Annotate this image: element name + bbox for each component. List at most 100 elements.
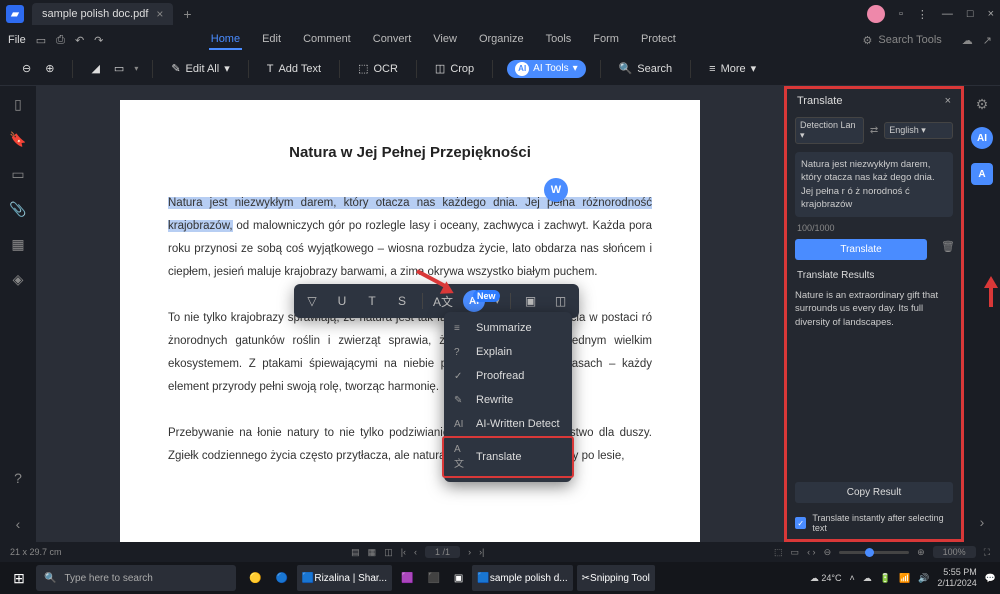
search-button[interactable]: 🔍 Search [615, 59, 677, 78]
start-button[interactable]: ⊞ [4, 565, 34, 591]
taskbar-app-1[interactable]: 🟦 Rizalina | Shar... [297, 565, 392, 591]
layers-icon[interactable]: ◈ [13, 271, 24, 288]
notifications-icon[interactable]: 💬 [985, 573, 996, 584]
view-mode-icon[interactable]: ▤ [351, 547, 360, 558]
close-tab-icon[interactable]: × [156, 7, 163, 21]
taskbar-clock[interactable]: 5:55 PM 2/11/2024 [937, 567, 976, 589]
tray-wifi-icon[interactable]: 📶 [899, 573, 910, 584]
ai-menu-rewrite[interactable]: ✎Rewrite [444, 388, 572, 412]
save-icon[interactable]: ▭ [36, 34, 46, 47]
collapse-left-icon[interactable]: ‹ [16, 516, 21, 532]
close-panel-icon[interactable]: × [945, 95, 951, 107]
next-page-icon[interactable]: › [468, 547, 471, 557]
translate-sidebar-icon[interactable]: A [971, 163, 993, 185]
menu-home[interactable]: Home [209, 30, 242, 50]
edge-icon[interactable]: 🔵 [270, 565, 292, 591]
print-icon[interactable]: ⎙ [56, 34, 65, 47]
thumbnails-icon[interactable]: ▯ [14, 96, 22, 113]
user-avatar-small[interactable] [867, 5, 885, 23]
minimize-icon[interactable]: — [942, 8, 953, 20]
reading-mode-icon[interactable]: ▭ [791, 547, 800, 558]
tray-battery-icon[interactable]: 🔋 [880, 573, 891, 584]
zoom-value[interactable]: 100% [933, 546, 976, 558]
target-language-select[interactable]: English ▾ [884, 122, 953, 139]
edit-all-button[interactable]: ✎ Edit All ▾ [167, 59, 233, 78]
menu-form[interactable]: Form [591, 30, 621, 50]
menu-protect[interactable]: Protect [639, 30, 678, 50]
taskbar-app-3[interactable]: ✂ Snipping Tool [577, 565, 655, 591]
chrome-icon[interactable]: 🟡 [244, 565, 266, 591]
menu-comment[interactable]: Comment [301, 30, 353, 50]
ai-tools-button[interactable]: AIAI Tools ▾ [507, 60, 585, 78]
zoom-slider[interactable] [839, 551, 909, 554]
menu-tools[interactable]: Tools [544, 30, 574, 50]
ai-menu-proofread[interactable]: ✓Proofread [444, 364, 572, 388]
strikethrough-tool-icon[interactable]: S [392, 291, 412, 311]
taskbar-app-2[interactable]: 🟦 sample polish d... [472, 565, 572, 591]
fields-icon[interactable]: ▦ [11, 236, 24, 253]
more-button[interactable]: ≡ More ▾ [705, 59, 760, 78]
fullscreen-icon[interactable]: ⛶ [984, 547, 990, 558]
window-more-icon[interactable]: ⋮ [917, 8, 928, 21]
instant-translate-checkbox[interactable]: ✓ Translate instantly after selecting te… [787, 507, 961, 539]
taskbar-app-icon-3[interactable]: ▣ [449, 565, 468, 591]
view-mode-icon-2[interactable]: ▦ [368, 547, 377, 558]
highlight-tool-icon[interactable]: ▽ [302, 291, 322, 311]
ai-menu-ai-written-detect[interactable]: AIAI-Written Detect [444, 412, 572, 436]
tray-cloud-icon[interactable]: ☁ [863, 573, 872, 584]
tray-sound-icon[interactable]: 🔊 [918, 573, 929, 584]
taskbar-search[interactable]: 🔍 Type here to search [36, 565, 236, 591]
window-setting-icon[interactable]: ▫ [899, 8, 903, 20]
fit-icon[interactable]: ⬚ [774, 547, 783, 558]
translate-button[interactable]: Translate [795, 239, 927, 260]
document-tab[interactable]: sample polish doc.pdf × [32, 3, 173, 25]
cloud-icon[interactable]: ☁ [962, 34, 973, 47]
underline-tool-icon[interactable]: U [332, 291, 352, 311]
undo-icon[interactable]: ↶ [75, 34, 84, 47]
collapse-right-icon[interactable]: › [980, 514, 985, 530]
add-text-button[interactable]: T Add Text [263, 60, 325, 78]
ai-menu-summarize[interactable]: ≡Summarize [444, 316, 572, 340]
tray-up-icon[interactable]: ˄ [849, 573, 854, 583]
menu-organize[interactable]: Organize [477, 30, 526, 50]
file-menu[interactable]: File [8, 34, 26, 46]
settings-icon[interactable]: ⚙ [976, 96, 989, 113]
swap-languages-icon[interactable]: ⇄ [870, 125, 878, 136]
zoom-in-status-icon[interactable]: ⊕ [917, 547, 925, 558]
zoom-out-icon[interactable]: ⊖ [18, 59, 35, 78]
page-indicator[interactable]: 1 /1 [425, 546, 460, 558]
first-page-icon[interactable]: |‹ [401, 547, 406, 557]
last-page-icon[interactable]: ›| [479, 547, 484, 557]
help-icon[interactable]: ? [14, 470, 22, 486]
extract-tool-icon[interactable]: ◫ [551, 291, 571, 311]
attachments-icon[interactable]: 📎 [9, 201, 26, 218]
copy-tool-icon[interactable]: ▣ [521, 291, 541, 311]
text-tool-icon[interactable]: T [362, 291, 382, 311]
document-viewport[interactable]: Natura w Jej Pełnej Przepiękności Natura… [36, 86, 784, 542]
highlight-icon[interactable]: ◢ [87, 59, 103, 78]
clear-icon[interactable]: 🗑 [935, 235, 961, 264]
search-tools-label[interactable]: Search Tools [878, 34, 941, 46]
comments-icon[interactable]: ▭ [11, 166, 24, 183]
zoom-out-status-icon[interactable]: ⊖ [824, 547, 832, 558]
crop-button[interactable]: ◫ Crop [431, 59, 478, 78]
copy-result-button[interactable]: Copy Result [795, 482, 953, 503]
menu-edit[interactable]: Edit [260, 30, 283, 50]
view-mode-icon-3[interactable]: ◫ [384, 547, 393, 558]
source-language-select[interactable]: Detection Lan ▾ [795, 117, 864, 144]
weather-widget[interactable]: ☁ 24°C [810, 573, 842, 584]
ocr-button[interactable]: ⬚ OCR [354, 59, 402, 78]
close-window-icon[interactable]: × [988, 8, 994, 20]
maximize-icon[interactable]: □ [967, 8, 974, 20]
ai-menu-explain[interactable]: ?Explain [444, 340, 572, 364]
source-text-input[interactable]: Natura jest niezwykłym darem, który otac… [795, 152, 953, 217]
note-icon[interactable]: ▭ [110, 59, 128, 78]
zoom-in-icon[interactable]: ⊕ [41, 59, 58, 78]
taskbar-app-icon-1[interactable]: 🟪 [396, 565, 418, 591]
user-avatar-main[interactable]: W [544, 178, 568, 202]
ai-sidebar-icon[interactable]: AI [971, 127, 993, 149]
prev-page-icon[interactable]: ‹ [414, 547, 417, 557]
add-tab-button[interactable]: + [183, 6, 191, 22]
share-icon[interactable]: ↗ [983, 34, 992, 47]
menu-convert[interactable]: Convert [371, 30, 414, 50]
